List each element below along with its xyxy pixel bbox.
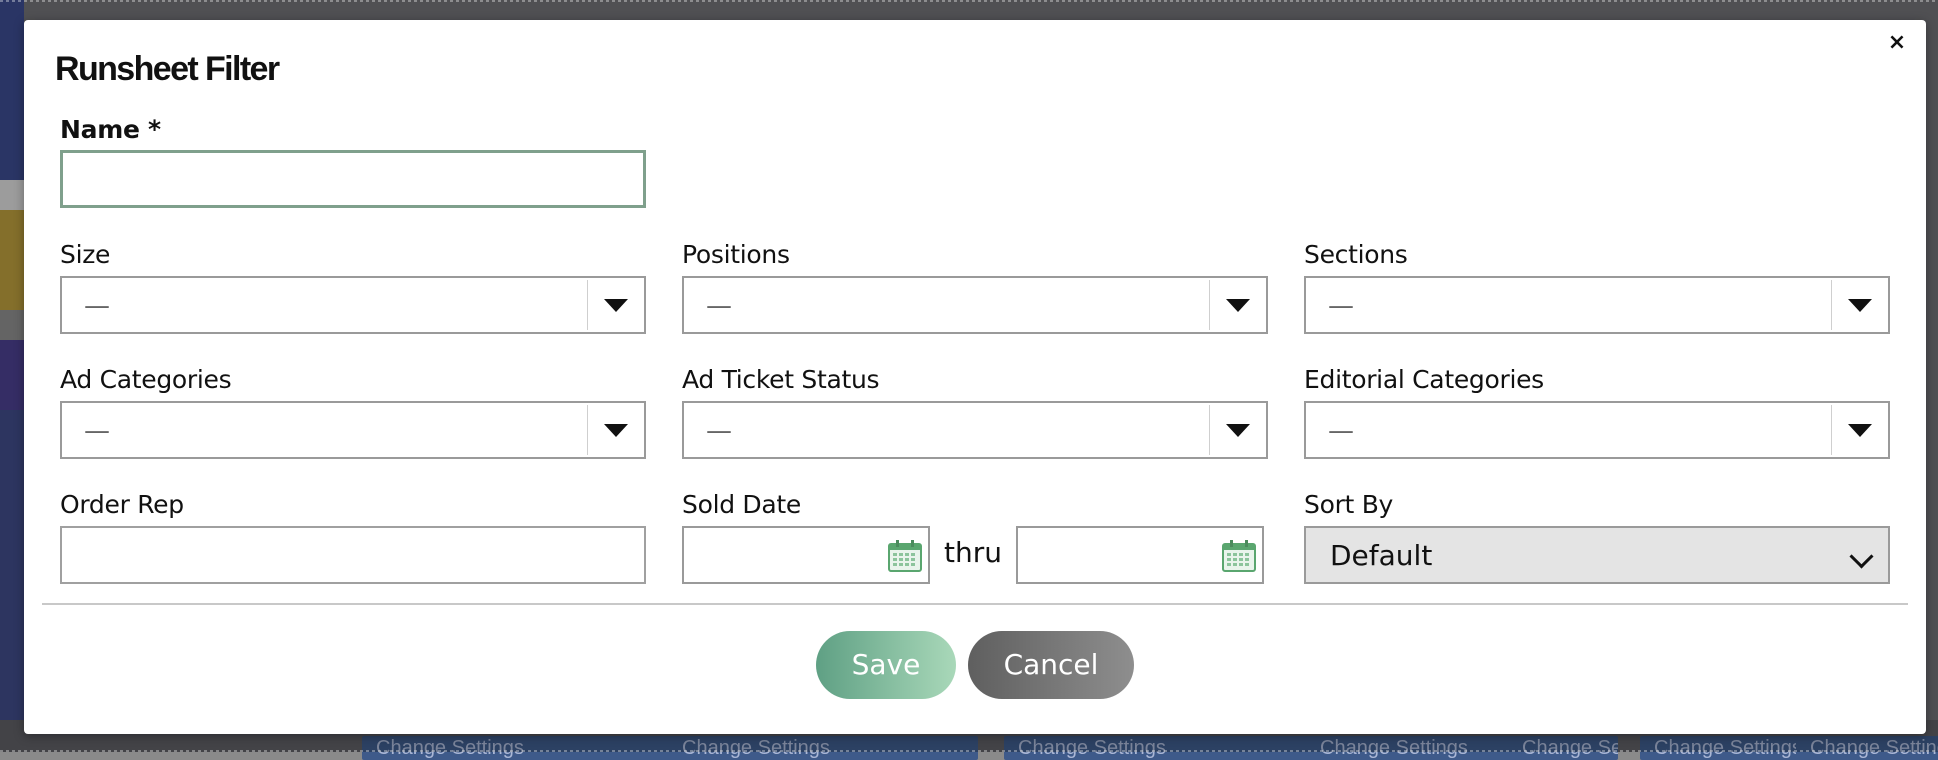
- size-label: Size: [60, 240, 111, 269]
- ad-categories-label: Ad Categories: [60, 365, 232, 394]
- dropdown-caret-icon[interactable]: [1226, 424, 1250, 437]
- ad-ticket-status-value: —: [706, 416, 732, 446]
- positions-label: Positions: [682, 240, 790, 269]
- calendar-icon[interactable]: [888, 540, 922, 572]
- sort-by-value: Default: [1330, 539, 1433, 572]
- footer-divider: [42, 603, 1908, 605]
- name-input[interactable]: [60, 150, 646, 208]
- select-divider: [1831, 280, 1832, 330]
- name-label: Name *: [60, 115, 161, 144]
- runsheet-filter-dialog: × Runsheet Filter Name * Size — Position…: [24, 20, 1926, 734]
- sections-value: —: [1328, 291, 1354, 321]
- select-divider: [1209, 280, 1210, 330]
- editorial-categories-select[interactable]: —: [1304, 401, 1890, 459]
- calendar-icon[interactable]: [1222, 540, 1256, 572]
- select-divider: [587, 280, 588, 330]
- ad-categories-value: —: [84, 416, 110, 446]
- close-icon[interactable]: ×: [1884, 30, 1910, 56]
- sort-by-label: Sort By: [1304, 490, 1394, 519]
- sort-by-select[interactable]: Default: [1304, 526, 1890, 584]
- dropdown-caret-icon[interactable]: [1226, 299, 1250, 312]
- select-divider: [587, 405, 588, 455]
- select-divider: [1209, 405, 1210, 455]
- select-divider: [1831, 405, 1832, 455]
- ad-ticket-status-label: Ad Ticket Status: [682, 365, 880, 394]
- editorial-categories-label: Editorial Categories: [1304, 365, 1544, 394]
- dropdown-caret-icon[interactable]: [604, 299, 628, 312]
- editorial-categories-value: —: [1328, 416, 1354, 446]
- size-value: —: [84, 291, 110, 321]
- cancel-button[interactable]: Cancel: [968, 631, 1134, 699]
- chevron-down-icon: [1849, 544, 1874, 569]
- dropdown-caret-icon[interactable]: [1848, 299, 1872, 312]
- positions-select[interactable]: —: [682, 276, 1268, 334]
- dropdown-caret-icon[interactable]: [1848, 424, 1872, 437]
- positions-value: —: [706, 291, 732, 321]
- sections-label: Sections: [1304, 240, 1408, 269]
- save-button[interactable]: Save: [816, 631, 956, 699]
- ad-categories-select[interactable]: —: [60, 401, 646, 459]
- order-rep-input[interactable]: [60, 526, 646, 584]
- order-rep-label: Order Rep: [60, 490, 184, 519]
- sold-date-to-input[interactable]: [1016, 526, 1264, 584]
- thru-label: thru: [944, 536, 1002, 569]
- size-select[interactable]: —: [60, 276, 646, 334]
- sold-date-from-input[interactable]: [682, 526, 930, 584]
- dropdown-caret-icon[interactable]: [604, 424, 628, 437]
- sections-select[interactable]: —: [1304, 276, 1890, 334]
- ad-ticket-status-select[interactable]: —: [682, 401, 1268, 459]
- sold-date-label: Sold Date: [682, 490, 801, 519]
- dialog-title: Runsheet Filter: [55, 50, 280, 88]
